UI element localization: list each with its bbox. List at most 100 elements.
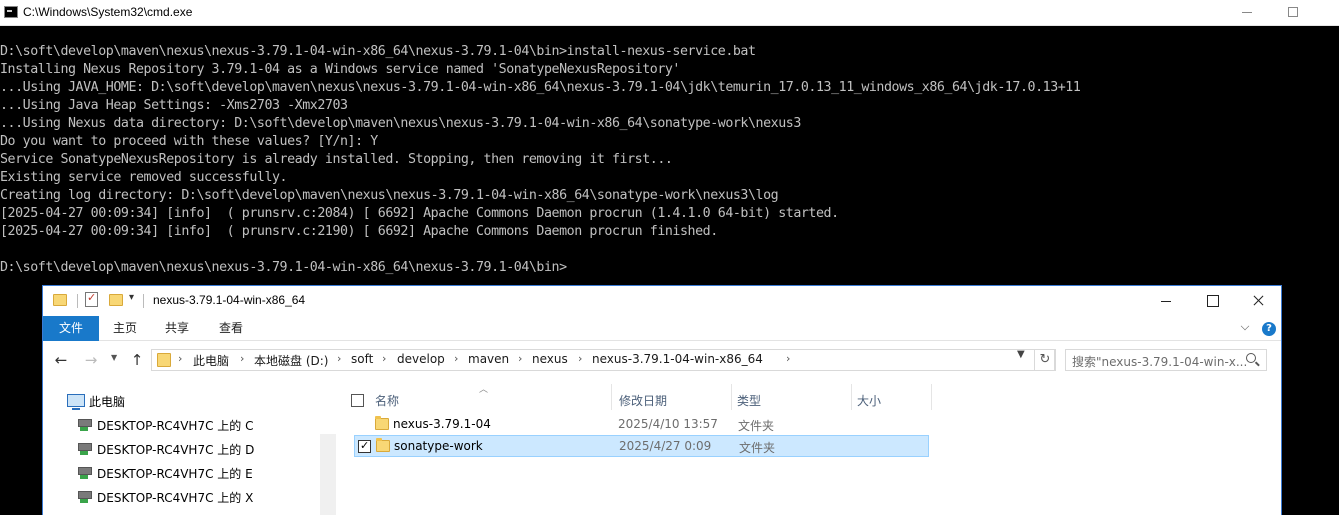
up-button[interactable]: ↑ [127,350,147,370]
breadcrumb-soft[interactable]: soft [351,352,373,366]
breadcrumb-drive-d[interactable]: 本地磁盘 (D:) [254,352,328,369]
tab-file[interactable]: 文件 [43,316,99,341]
new-folder-icon[interactable] [109,294,123,306]
nav-item-drive-c[interactable]: DESKTOP-RC4VH7C 上的 C [97,417,253,434]
console-output[interactable]: D:\soft\develop\maven\nexus\nexus-3.79.1… [0,43,1339,277]
explorer-window-title: nexus-3.79.1-04-win-x86_64 [153,293,306,307]
nav-item-drive-x[interactable]: DESKTOP-RC4VH7C 上的 X [97,489,253,506]
chevron-right-icon[interactable]: › [382,352,386,365]
network-drive-icon [77,418,92,432]
forward-button[interactable]: → [81,350,101,370]
file-type: 文件夹 [738,419,775,433]
refresh-button[interactable]: ↻ [1034,349,1056,371]
console-line: [2025-04-27 00:09:34] [info] ( prunsrv.c… [0,224,718,239]
file-row[interactable]: nexus-3.79.1-04 2025/4/10 13:57 文件夹 [354,414,929,436]
breadcrumb-develop[interactable]: develop [397,352,445,366]
console-line: Service SonatypeNexusRepository is alrea… [0,152,673,167]
search-icon[interactable] [1246,353,1256,363]
back-button[interactable]: ← [51,350,71,370]
desktop: C:\Windows\System32\cmd.exe D:\soft\deve… [0,0,1339,515]
column-header-type[interactable]: 类型 [737,392,761,412]
breadcrumb-current-folder[interactable]: nexus-3.79.1-04-win-x86_64 [592,352,763,366]
explorer-titlebar: ▾ nexus-3.79.1-04-win-x86_64 [43,286,1281,316]
select-all-checkbox[interactable] [351,394,364,407]
console-line: ...Using JAVA_HOME: D:\soft\develop\mave… [0,80,1081,95]
column-header-date[interactable]: 修改日期 [619,392,667,412]
column-header-name[interactable]: 名称 [375,392,399,412]
minimize-button[interactable] [1143,286,1189,316]
console-line: Creating log directory: D:\soft\develop\… [0,188,779,203]
folder-icon [157,353,171,367]
console-line: ...Using Nexus data directory: D:\soft\d… [0,116,801,131]
expand-ribbon-icon[interactable] [1240,321,1250,331]
address-bar[interactable]: › 此电脑 › 本地磁盘 (D:) › soft › develop › mav… [151,349,1055,371]
nav-item-drive-d[interactable]: DESKTOP-RC4VH7C 上的 D [97,441,254,458]
breadcrumb-nexus[interactable]: nexus [532,352,568,366]
chevron-right-icon[interactable]: › [454,352,458,365]
divider[interactable] [731,384,732,410]
console-line: [2025-04-27 00:09:34] [info] ( prunsrv.c… [0,206,839,221]
chevron-right-icon[interactable]: › [518,352,522,365]
console-line: Installing Nexus Repository 3.79.1-04 as… [0,62,680,77]
file-explorer-window: ▾ nexus-3.79.1-04-win-x86_64 文件 主页 共享 查看… [42,285,1282,515]
file-name: nexus-3.79.1-04 [393,417,491,431]
file-date: 2025/4/27 0:09 [619,439,712,453]
divider[interactable] [931,384,932,410]
network-drive-icon [77,466,92,480]
chevron-right-icon[interactable]: › [578,352,582,365]
sort-ascending-icon: ︿ [479,385,489,395]
help-icon[interactable]: ? [1262,322,1276,336]
network-drive-icon [77,442,92,456]
nav-item-this-pc[interactable]: 此电脑 [89,393,125,410]
divider [143,294,144,308]
network-drive-icon [77,490,92,504]
console-line: ...Using Java Heap Settings: -Xms2703 -X… [0,98,348,113]
column-header-size[interactable]: 大小 [857,392,881,412]
file-date: 2025/4/10 13:57 [618,417,718,431]
ribbon-tabs: 文件 主页 共享 查看 ? [43,316,1281,341]
address-bar-row: ← → ▼ ↑ › 此电脑 › 本地磁盘 (D:) › soft › devel… [43,342,1281,378]
search-input[interactable]: 搜索"nexus-3.79.1-04-win-x... [1065,349,1267,371]
chevron-right-icon[interactable]: › [337,352,341,365]
divider[interactable] [611,384,612,410]
cmd-window-title: C:\Windows\System32\cmd.exe [23,5,193,19]
restore-button[interactable] [1270,0,1316,26]
customize-quick-access-icon[interactable]: ▾ [129,292,134,303]
nav-item-drive-e[interactable]: DESKTOP-RC4VH7C 上的 E [97,465,253,482]
divider [77,294,78,308]
close-button[interactable] [1235,286,1281,316]
navigation-scrollbar[interactable] [320,434,336,515]
breadcrumb-this-pc[interactable]: 此电脑 [193,352,229,369]
tab-view[interactable]: 查看 [211,316,251,341]
navigation-pane: 此电脑 DESKTOP-RC4VH7C 上的 C DESKTOP-RC4VH7C… [43,378,336,515]
console-line: D:\soft\develop\maven\nexus\nexus-3.79.1… [0,44,756,59]
console-line: Do you want to proceed with these values… [0,134,378,149]
file-list: ︿ 名称 修改日期 类型 大小 nexus-3.79.1-04 2025/4/1… [341,378,1281,515]
chevron-right-icon[interactable]: › [240,352,244,365]
console-prompt[interactable]: D:\soft\develop\maven\nexus\nexus-3.79.1… [0,259,1339,277]
folder-icon [376,438,390,452]
maximize-button[interactable] [1189,286,1235,316]
chevron-right-icon[interactable]: › [786,352,790,365]
properties-icon[interactable] [85,291,98,307]
breadcrumb-maven[interactable]: maven [468,352,509,366]
tab-share[interactable]: 共享 [157,316,197,341]
recent-locations-icon[interactable]: ▼ [111,353,117,362]
cmd-titlebar: C:\Windows\System32\cmd.exe [0,0,1339,26]
minimize-button[interactable] [1224,0,1270,26]
chevron-right-icon[interactable]: › [178,352,182,365]
cmd-icon [4,6,18,18]
file-row-selected[interactable]: sonatype-work 2025/4/27 0:09 文件夹 [354,435,929,457]
address-history-icon[interactable]: ▼ [1017,349,1025,360]
folder-icon [375,416,389,430]
row-checkbox[interactable] [358,439,371,453]
file-name: sonatype-work [394,439,483,453]
search-placeholder: 搜索"nexus-3.79.1-04-win-x... [1072,355,1248,369]
tab-home[interactable]: 主页 [105,316,145,341]
computer-icon [67,394,85,410]
folder-icon [53,294,67,306]
divider[interactable] [851,384,852,410]
console-line: Existing service removed successfully. [0,170,288,185]
file-type: 文件夹 [739,441,776,455]
